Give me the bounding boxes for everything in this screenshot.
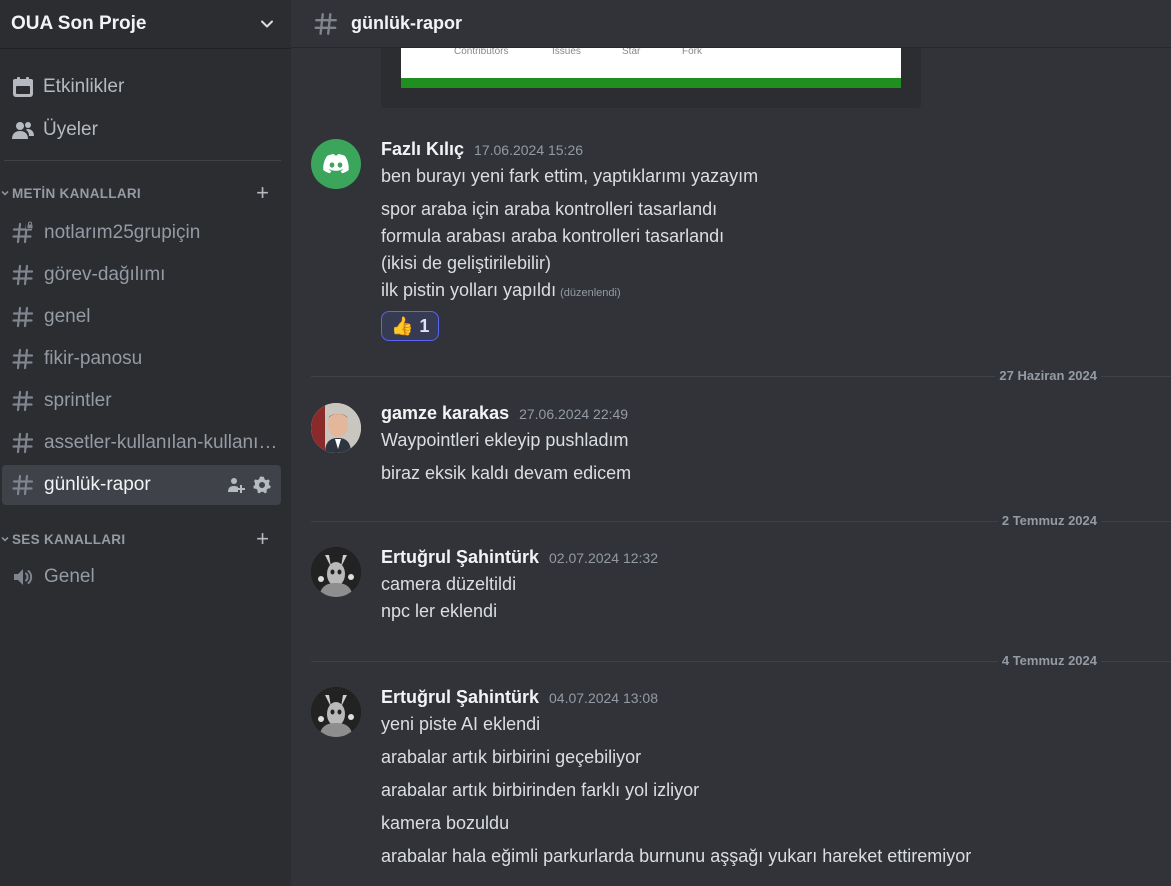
message-line: (ikisi de geliştirilebilir) — [381, 253, 552, 273]
channel-name: günlük-rapor — [44, 474, 151, 495]
date-divider: 2 Temmuz 2024 — [311, 513, 1171, 528]
nav-events[interactable]: Etkinlikler — [0, 67, 291, 107]
channel-item-gorev-dagilimi[interactable]: görev-dağılımı — [2, 255, 281, 295]
message-line: Waypointleri ekleyip pushladım — [381, 430, 629, 450]
thumbs-up-icon: 👍 — [391, 315, 414, 336]
date-divider: 4 Temmuz 2024 — [311, 653, 1171, 668]
discord-logo-icon — [323, 154, 349, 174]
message-line: yeni piste AI eklendi — [381, 714, 541, 734]
date-divider: 27 Haziran 2024 — [311, 368, 1171, 383]
message-line: arabalar artık birbirinden farklı yol iz… — [381, 780, 700, 800]
add-channel-icon[interactable]: + — [256, 182, 269, 204]
date-divider-label: 4 Temmuz 2024 — [997, 653, 1101, 668]
gear-icon[interactable] — [252, 475, 272, 495]
server-header[interactable]: OUA Son Proje — [0, 0, 291, 48]
members-icon — [11, 118, 35, 142]
embed-green-bar — [401, 78, 901, 88]
message-author[interactable]: Ertuğrul Şahintürk — [381, 687, 539, 708]
channel-name: fikir-panosu — [44, 348, 143, 369]
add-channel-icon[interactable]: + — [256, 528, 269, 550]
embed-label: Fork — [682, 48, 702, 57]
channel-name: görev-dağılımı — [44, 264, 166, 285]
channel-item-gunluk-rapor[interactable]: günlük-rapor — [2, 465, 281, 505]
date-divider-label: 27 Haziran 2024 — [995, 368, 1101, 383]
reaction-count: 1 — [419, 315, 430, 336]
message-timestamp: 04.07.2024 13:08 — [549, 690, 659, 706]
message-author[interactable]: Fazlı Kılıç — [381, 139, 464, 160]
avatar[interactable] — [311, 403, 361, 453]
reaction-button[interactable]: 👍 1 — [381, 311, 440, 341]
avatar[interactable] — [311, 687, 361, 737]
nav-members[interactable]: Üyeler — [0, 110, 291, 150]
hash-icon — [12, 264, 34, 286]
hash-icon — [12, 474, 34, 496]
message-line: npc ler eklendi — [381, 601, 498, 621]
channel-item-sprintler[interactable]: sprintler — [2, 381, 281, 421]
chevron-down-icon — [1, 190, 9, 196]
hash-icon — [12, 306, 34, 328]
hash-icon — [12, 432, 34, 454]
category-text-label: METİN KANALLARI — [12, 185, 141, 201]
channel-item-genel[interactable]: genel — [2, 297, 281, 337]
message-line: ben burayı yeni fark ettim, yaptıklarımı… — [381, 166, 759, 186]
speaker-icon — [14, 569, 33, 585]
category-text-channels[interactable]: METİN KANALLARI + — [0, 182, 291, 204]
channel-name: genel — [44, 306, 91, 327]
message-line: formula arabası araba kontrolleri tasarl… — [381, 226, 725, 246]
avatar[interactable] — [311, 139, 361, 189]
hash-lock-icon — [12, 221, 34, 244]
message-line: camera düzeltildi — [381, 574, 517, 594]
channel-name: notlarım25grupiçin — [44, 222, 201, 243]
channel-name: assetler-kullanılan-kullanılabilecek — [44, 432, 281, 453]
voice-channel-genel[interactable]: Genel — [2, 557, 281, 597]
user-photo-icon — [311, 547, 361, 597]
channel-item-notlarim[interactable]: notlarım25grupiçin — [2, 213, 281, 253]
nav-events-label: Etkinlikler — [43, 76, 125, 97]
user-photo-icon — [311, 687, 361, 737]
message-embed[interactable]: Contributors Issues Star Fork — [381, 48, 921, 108]
chevron-down-icon — [261, 20, 273, 28]
avatar[interactable] — [311, 547, 361, 597]
create-invite-icon[interactable] — [226, 475, 246, 495]
message-timestamp: 17.06.2024 15:26 — [474, 142, 584, 158]
channel-sidebar: OUA Son Proje Etkinlikler Üyeler METİN K… — [0, 0, 291, 886]
channel-name: sprintler — [44, 390, 112, 411]
message-text: ilk pistin yolları yapıldı — [381, 280, 557, 300]
server-name: OUA Son Proje — [11, 13, 147, 34]
category-voice-label: SES KANALLARI — [12, 531, 126, 547]
message-line: spor araba için araba kontrolleri tasarl… — [381, 199, 718, 219]
message-line: ilk pistin yolları yapıldı (düzenlendi) — [381, 277, 1141, 307]
category-voice-channels[interactable]: SES KANALLARI + — [0, 528, 291, 550]
nav-members-label: Üyeler — [43, 119, 98, 140]
embed-label: Star — [622, 48, 641, 57]
edited-tag: (düzenlendi) — [560, 287, 621, 299]
chat-area: günlük-rapor Contributors Issues Star Fo… — [291, 0, 1171, 886]
hash-icon — [12, 348, 34, 370]
message-line: arabalar hala eğimli parkurlarda burnunu… — [381, 846, 972, 866]
embed-label: Contributors — [454, 48, 509, 57]
hash-icon — [12, 390, 34, 412]
message-timestamp: 02.07.2024 12:32 — [549, 550, 659, 566]
embed-label: Issues — [552, 48, 581, 57]
message-author[interactable]: Ertuğrul Şahintürk — [381, 547, 539, 568]
message-line: arabalar artık birbirini geçebiliyor — [381, 747, 642, 767]
embed-image[interactable]: Contributors Issues Star Fork — [401, 48, 901, 88]
user-photo-icon — [311, 403, 361, 453]
message-author[interactable]: gamze karakas — [381, 403, 509, 424]
channel-header: günlük-rapor — [291, 0, 1171, 48]
channel-name: Genel — [44, 566, 95, 587]
message-line: kamera bozuldu — [381, 813, 510, 833]
date-divider-label: 2 Temmuz 2024 — [997, 513, 1101, 528]
calendar-icon — [11, 75, 35, 99]
hash-icon — [314, 12, 337, 35]
channel-title: günlük-rapor — [351, 13, 462, 33]
sidebar-divider — [4, 160, 281, 161]
chevron-down-icon — [1, 536, 9, 542]
message-line: biraz eksik kaldı devam edicem — [381, 463, 632, 483]
channel-item-fikir-panosu[interactable]: fikir-panosu — [2, 339, 281, 379]
message-timestamp: 27.06.2024 22:49 — [519, 406, 629, 422]
channel-item-assetler[interactable]: assetler-kullanılan-kullanılabilecek — [2, 423, 281, 463]
